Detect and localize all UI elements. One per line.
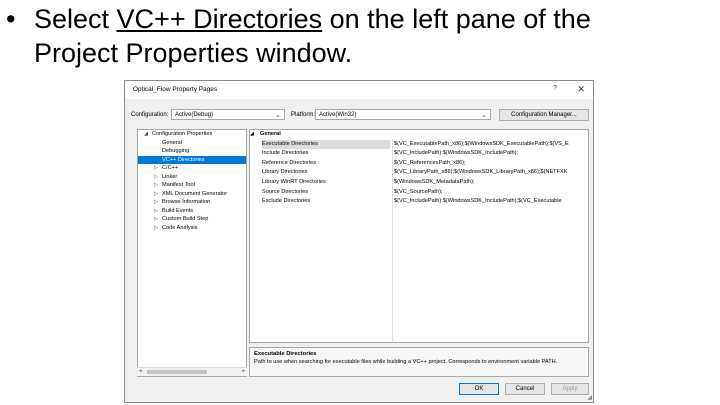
property-tree[interactable]: ◢ Configuration Properties General Debuggin… bbox=[137, 129, 247, 377]
platform-dropdown[interactable]: Active(Win32) ⌄ bbox=[315, 109, 491, 120]
expand-arrow-icon[interactable]: ▷ bbox=[152, 164, 160, 173]
title-bar: Optical_Flow Property Pages ? ✕ bbox=[125, 81, 593, 99]
bullet-line-2: Project Properties window. bbox=[34, 38, 353, 68]
configuration-manager-button[interactable]: Configuration Manager... bbox=[499, 109, 589, 121]
tree-horizontal-scrollbar[interactable]: ◂ ▸ bbox=[137, 367, 247, 376]
ok-button[interactable]: OK bbox=[459, 383, 499, 395]
config-toolbar: Configuration: Active(Debug) ⌄ Platform:… bbox=[125, 107, 593, 123]
tree-item-label: Code Analysis bbox=[162, 224, 198, 231]
property-name: Executable Directories bbox=[262, 139, 390, 150]
property-row[interactable]: Exclude Directories $(VC_IncludePath);$(W… bbox=[250, 197, 588, 207]
expand-arrow-icon[interactable]: ▷ bbox=[152, 207, 160, 216]
close-icon[interactable]: ✕ bbox=[577, 84, 585, 95]
description-text: Path to use when searching for executabl… bbox=[254, 359, 558, 365]
tree-item[interactable]: ▷ Code Analysis bbox=[138, 224, 246, 233]
slide-bullet-text: • Select VC++ Directories on the left pa… bbox=[6, 2, 714, 70]
tree-item-label: Configuration Properties bbox=[152, 131, 213, 137]
expand-arrow-icon[interactable]: ▷ bbox=[152, 198, 160, 207]
property-value[interactable]: $(VC_SourcePath); bbox=[394, 188, 588, 198]
configuration-dropdown[interactable]: Active(Debug) ⌄ bbox=[171, 109, 285, 120]
property-name: Reference Directories bbox=[262, 159, 317, 166]
tree-item[interactable]: ▷ Custom Build Step bbox=[138, 215, 246, 224]
property-value[interactable]: $(VC_ReferencesPath_x86); bbox=[394, 159, 588, 169]
help-button[interactable]: ? bbox=[553, 85, 557, 92]
text-before: Select bbox=[34, 4, 117, 34]
property-name: Library WinRT Directories bbox=[262, 178, 326, 185]
tree-item-label: Custom Build Step bbox=[162, 216, 209, 222]
dialog-button-bar: OK Cancel Apply bbox=[125, 379, 593, 403]
tree-item[interactable]: ▷ C/C++ bbox=[138, 164, 246, 173]
property-value[interactable]: $(WindowsSDK_MetadataPath); bbox=[394, 178, 588, 188]
property-name: Include Directories bbox=[262, 150, 309, 157]
resize-grip-icon[interactable]: ◢ bbox=[587, 394, 592, 401]
description-title: Executable Directories bbox=[254, 351, 317, 357]
chevron-down-icon: ⌄ bbox=[275, 112, 281, 119]
category-row[interactable]: ◢ General bbox=[250, 130, 588, 140]
property-value[interactable]: $(VC_ExecutablePath_x86);$(WindowsSDK_Ex… bbox=[394, 140, 588, 150]
expand-arrow-icon[interactable]: ▷ bbox=[152, 224, 160, 233]
bullet-glyph: • bbox=[6, 4, 16, 34]
property-name: Library Directories bbox=[262, 169, 308, 176]
tree-item-label: Linker bbox=[162, 173, 178, 180]
cancel-button[interactable]: Cancel bbox=[505, 383, 545, 395]
configuration-label: Configuration: bbox=[131, 112, 169, 118]
tree-item-label: General bbox=[162, 139, 182, 146]
tree-item-label: Build Events bbox=[162, 207, 194, 214]
tree-item[interactable]: ▷ Build Events bbox=[138, 207, 246, 216]
property-row[interactable]: Library Directories $(VC_LibraryPath_x86)… bbox=[250, 168, 588, 178]
scroll-right-icon[interactable]: ▸ bbox=[242, 368, 245, 374]
property-pages-window: Optical_Flow Property Pages ? ✕ Configur… bbox=[124, 80, 594, 403]
category-label: General bbox=[260, 131, 281, 137]
tree-item-label: VC++ Directories bbox=[162, 156, 205, 163]
apply-button[interactable]: Apply bbox=[551, 383, 589, 395]
tree-item[interactable]: ▷ Linker bbox=[138, 173, 246, 182]
property-row[interactable]: Reference Directories $(VC_ReferencesPath… bbox=[250, 159, 588, 169]
window-title: Optical_Flow Property Pages bbox=[133, 86, 218, 93]
tree-item[interactable]: VC++ Directories bbox=[138, 155, 246, 164]
bullet-line-1: Select VC++ Directories on the left pane… bbox=[6, 2, 714, 36]
tree-item-label: XML Document Generator bbox=[162, 190, 228, 197]
tree-item-label: C/C++ bbox=[162, 165, 179, 171]
tree-item[interactable]: ▷ Browse Information bbox=[138, 198, 246, 207]
scroll-left-icon[interactable]: ◂ bbox=[139, 368, 142, 374]
property-row[interactable]: Source Directories $(VC_SourcePath); bbox=[250, 188, 588, 198]
tree-item-label: Browse Information bbox=[162, 199, 211, 205]
collapse-arrow-icon[interactable]: ◢ bbox=[250, 130, 254, 140]
property-grid: ◢ General Executable Directories $(VC_Execu… bbox=[249, 129, 589, 343]
vc-directories-link-text: VC++ Directories bbox=[116, 4, 323, 34]
tree-item[interactable]: ▷ Manifest Tool bbox=[138, 181, 246, 190]
tree-item[interactable]: ▷ XML Document Generator bbox=[138, 190, 246, 199]
property-value[interactable]: $(VC_LibraryPath_x86);$(WindowsSDK_Libra… bbox=[394, 168, 588, 178]
property-name: Exclude Directories bbox=[262, 198, 311, 205]
tree-item[interactable]: General bbox=[138, 139, 246, 148]
tree-item-label: Manifest Tool bbox=[162, 182, 195, 188]
expand-arrow-icon[interactable]: ▷ bbox=[152, 190, 160, 199]
expand-arrow-icon[interactable]: ▷ bbox=[152, 173, 160, 182]
expand-arrow-icon[interactable]: ◢ bbox=[142, 130, 150, 139]
description-panel: Executable Directories Path to use when … bbox=[249, 347, 589, 377]
platform-value: Active(Win32) bbox=[319, 112, 357, 118]
expand-arrow-icon[interactable]: ▷ bbox=[152, 181, 160, 190]
scrollbar-thumb[interactable] bbox=[147, 370, 207, 374]
expand-arrow-icon[interactable]: ▷ bbox=[152, 215, 160, 224]
tree-item[interactable]: ◢ Configuration Properties bbox=[138, 130, 246, 139]
property-row[interactable]: Library WinRT Directories $(WindowsSDK_Me… bbox=[250, 178, 588, 188]
configuration-value: Active(Debug) bbox=[175, 112, 214, 118]
property-row[interactable]: Include Directories $(VC_IncludePath);$(W… bbox=[250, 149, 588, 159]
property-name: Source Directories bbox=[262, 188, 309, 195]
property-value[interactable]: $(VC_IncludePath);$(WindowsSDK_IncludePa… bbox=[394, 197, 588, 207]
tree-item[interactable]: Debugging bbox=[138, 147, 246, 156]
tree-item-label: Debugging bbox=[162, 148, 190, 154]
text-after: on the left pane of the bbox=[322, 4, 591, 34]
property-row[interactable]: Executable Directories $(VC_ExecutablePat… bbox=[250, 139, 588, 150]
property-value[interactable]: $(VC_IncludePath);$(WindowsSDK_IncludePa… bbox=[394, 149, 588, 159]
chevron-down-icon: ⌄ bbox=[481, 112, 487, 119]
platform-label: Platform: bbox=[291, 112, 316, 118]
